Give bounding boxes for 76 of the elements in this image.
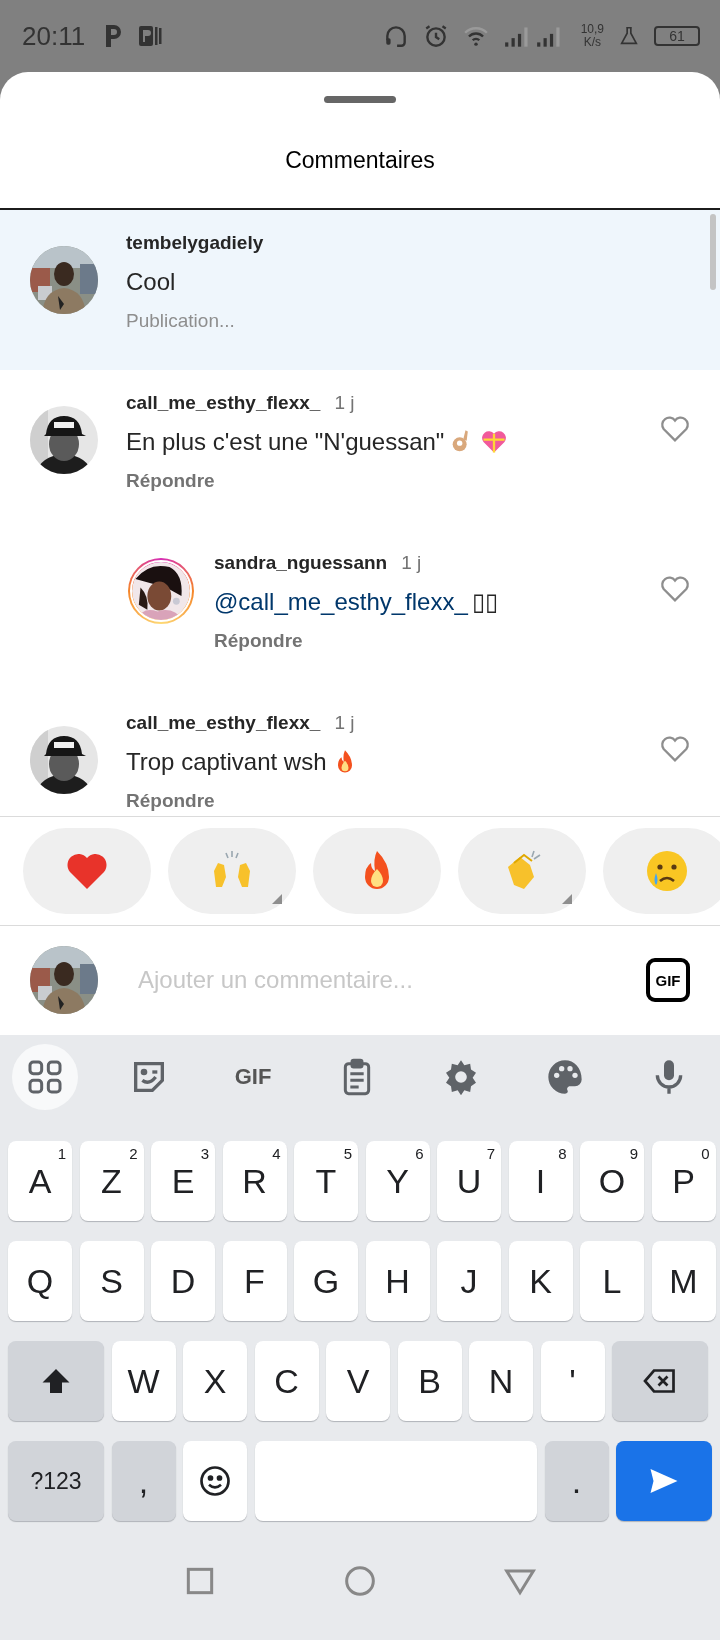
key-hint: 4 (272, 1145, 281, 1162)
key[interactable]: , (111, 1441, 176, 1521)
speed-unit: K/s (583, 36, 601, 49)
reply-link[interactable]: Répondre (126, 470, 658, 492)
shift-key[interactable] (8, 1341, 104, 1421)
username[interactable]: sandra_nguessann (214, 552, 388, 574)
parking-icon (103, 23, 124, 49)
key[interactable]: Y 6 (365, 1141, 430, 1221)
key[interactable]: ' (540, 1341, 605, 1421)
send-key[interactable] (616, 1441, 712, 1521)
emoji-key[interactable] (183, 1441, 247, 1521)
key[interactable]: O 9 (580, 1141, 644, 1221)
comment-text: Cool (126, 268, 176, 296)
reply-link[interactable]: Répondre (214, 630, 658, 652)
key[interactable]: N (469, 1341, 533, 1421)
key[interactable]: F (222, 1241, 287, 1321)
symbols-key[interactable]: ?123 (8, 1441, 104, 1521)
key[interactable]: I 8 (508, 1141, 573, 1221)
username[interactable]: call_me_esthy_flexx_ (126, 392, 321, 414)
gif-button[interactable]: GIF (646, 958, 690, 1002)
comment-text: Trop captivant wsh (126, 748, 327, 776)
key-hint: 1 (57, 1145, 66, 1162)
palette-icon (545, 1057, 585, 1097)
gift-heart-icon (480, 428, 509, 456)
timestamp: 1 j (334, 392, 355, 414)
backspace-key[interactable] (612, 1341, 708, 1421)
timestamp: 1 j (401, 552, 422, 574)
key[interactable]: C (254, 1341, 319, 1421)
comment-text: ▯▯ (471, 588, 498, 616)
key-hint: 2 (129, 1145, 138, 1162)
key-hint: 7 (486, 1145, 495, 1162)
comment-input[interactable]: Ajouter un commentaire... (136, 965, 646, 995)
key[interactable]: D (151, 1241, 215, 1321)
key[interactable]: U 7 (437, 1141, 501, 1221)
key[interactable]: T 5 (294, 1141, 358, 1221)
key[interactable]: K (508, 1241, 573, 1321)
key[interactable]: G (294, 1241, 358, 1321)
key[interactable]: W (111, 1341, 176, 1421)
drag-handle[interactable] (324, 96, 396, 103)
key[interactable]: J (437, 1241, 501, 1321)
mention-link[interactable]: @call_me_esthy_flexx_ (214, 588, 468, 616)
network-speed: 10,9 (580, 23, 604, 36)
key[interactable]: E 3 (151, 1141, 215, 1221)
username[interactable]: call_me_esthy_flexx_ (126, 712, 321, 734)
key[interactable]: S (79, 1241, 144, 1321)
username[interactable]: tembelygadiely (126, 232, 264, 254)
key[interactable]: Z 2 (79, 1141, 144, 1221)
key-hint: 3 (200, 1145, 209, 1162)
battery-level: 61 (654, 26, 700, 46)
timestamp: 1 j (334, 712, 355, 734)
smiley-icon (197, 1463, 233, 1499)
key[interactable]: B (397, 1341, 462, 1421)
clock: 20:11 (22, 20, 86, 52)
key-hint: 0 (701, 1145, 710, 1162)
key[interactable]: A 1 (8, 1141, 72, 1221)
reply-link[interactable]: Répondre (126, 790, 658, 812)
corner-triangle-icon (562, 894, 572, 904)
sheet-title: Commentaires (285, 147, 435, 174)
gif-button[interactable]: GIF (220, 1044, 286, 1110)
key-hint: 5 (343, 1145, 352, 1162)
key-hint: 6 (415, 1145, 424, 1162)
key[interactable]: V (326, 1341, 390, 1421)
key[interactable]: X (183, 1341, 247, 1421)
key-hint: 8 (558, 1145, 567, 1162)
key-hint: 9 (629, 1145, 638, 1162)
key[interactable]: H (365, 1241, 430, 1321)
app-icon (137, 23, 164, 49)
key[interactable]: R 4 (222, 1141, 287, 1221)
comment-text: En plus c'est une "N'guessan" (126, 428, 445, 456)
key[interactable]: L (580, 1241, 644, 1321)
key[interactable]: M (651, 1241, 716, 1321)
corner-triangle-icon (272, 894, 282, 904)
key[interactable]: . (544, 1441, 609, 1521)
key[interactable]: Q (8, 1241, 72, 1321)
caption-label: Publication... (126, 310, 236, 332)
key[interactable]: P 0 (651, 1141, 716, 1221)
